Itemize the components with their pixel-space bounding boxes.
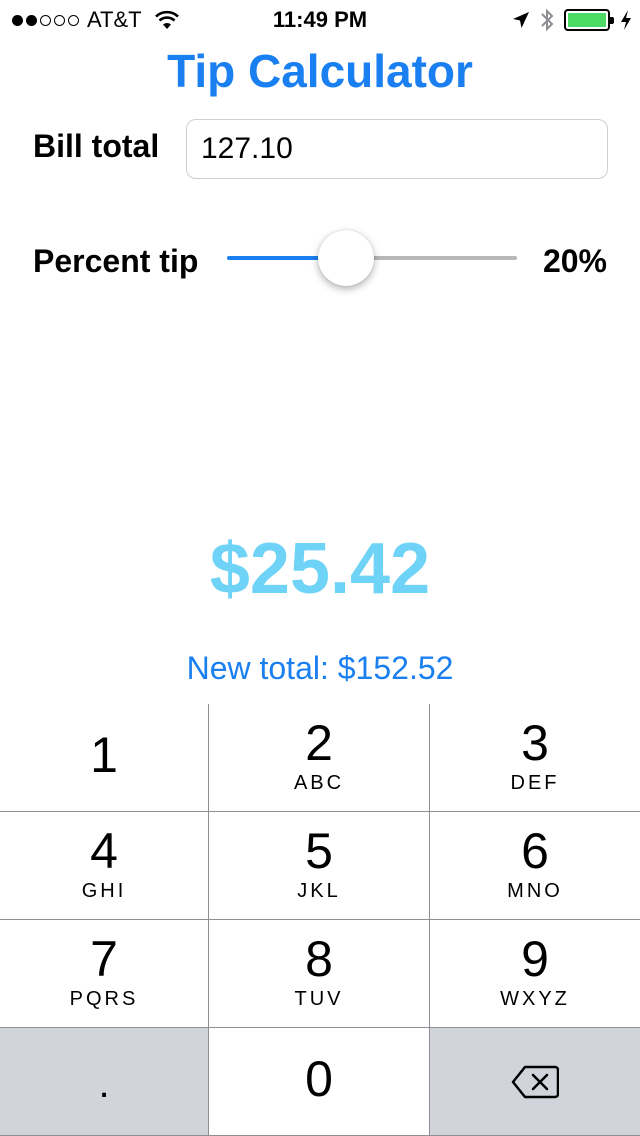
key-letters: GHI xyxy=(81,880,127,902)
bill-total-label: Bill total xyxy=(33,128,160,164)
battery-icon xyxy=(564,9,614,31)
percent-tip-slider[interactable] xyxy=(227,230,517,286)
key-decimal[interactable]: . xyxy=(0,1028,209,1136)
key-number: 2 xyxy=(305,715,333,771)
key-0[interactable]: 0 xyxy=(209,1028,430,1136)
key-6[interactable]: 6 MNO xyxy=(430,812,640,920)
key-letters: TUV xyxy=(294,988,344,1010)
key-number: 4 xyxy=(90,823,118,879)
battery-fill xyxy=(568,13,606,27)
key-number: 6 xyxy=(521,823,549,879)
key-3[interactable]: 3 DEF xyxy=(430,704,640,812)
number-keypad: 1 2 ABC 3 DEF 4 GHI 5 JKL 6 MNO 7 PQRS 8… xyxy=(0,704,640,1136)
charging-icon xyxy=(621,10,631,30)
key-number: . xyxy=(98,1062,110,1106)
key-4[interactable]: 4 GHI xyxy=(0,812,209,920)
key-letters: JKL xyxy=(297,880,341,902)
key-number: 1 xyxy=(90,727,118,783)
status-bar: AT&T 11:49 PM xyxy=(0,0,640,40)
key-number: 0 xyxy=(305,1051,333,1107)
new-total: New total: $152.52 xyxy=(186,650,454,686)
key-7[interactable]: 7 PQRS xyxy=(0,920,209,1028)
key-letters: MNO xyxy=(507,880,563,902)
bluetooth-icon xyxy=(541,8,554,32)
tip-amount: $25.42 xyxy=(209,529,431,609)
key-number: 8 xyxy=(305,931,333,987)
percent-tip-label: Percent tip xyxy=(33,243,199,279)
key-backspace[interactable] xyxy=(430,1028,640,1136)
key-letters: WXYZ xyxy=(500,988,570,1010)
key-8[interactable]: 8 TUV xyxy=(209,920,430,1028)
page-title: Tip Calculator xyxy=(167,45,473,97)
percent-tip-value: 20% xyxy=(542,243,607,279)
key-5[interactable]: 5 JKL xyxy=(209,812,430,920)
key-number: 7 xyxy=(90,931,118,987)
key-9[interactable]: 9 WXYZ xyxy=(430,920,640,1028)
location-arrow-icon xyxy=(513,12,529,28)
key-number: 3 xyxy=(521,715,549,771)
key-letters: DEF xyxy=(510,772,560,794)
battery-tip xyxy=(610,17,614,24)
slider-thumb[interactable] xyxy=(317,230,374,286)
key-1[interactable]: 1 xyxy=(0,704,209,812)
key-number: 5 xyxy=(305,823,333,879)
status-right xyxy=(512,7,632,33)
key-number: 9 xyxy=(521,931,549,987)
key-2[interactable]: 2 ABC xyxy=(209,704,430,812)
bill-total-input[interactable] xyxy=(186,119,608,179)
key-letters: ABC xyxy=(293,772,345,794)
backspace-icon xyxy=(511,1065,559,1098)
key-letters: PQRS xyxy=(69,988,139,1010)
